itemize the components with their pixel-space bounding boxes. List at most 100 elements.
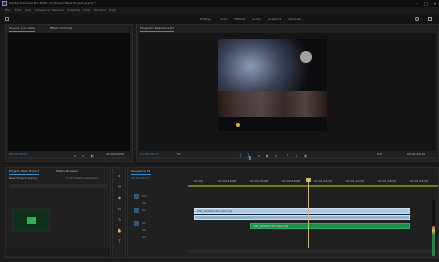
share-icon[interactable]: [428, 17, 432, 21]
fit-dropdown[interactable]: Fit: [177, 152, 181, 156]
menu-view[interactable]: View: [83, 7, 90, 14]
selection-tool-icon[interactable]: ▸: [116, 172, 123, 179]
resolution-dropdown[interactable]: Full: [377, 152, 382, 156]
video-clip-label: VID_20200115.mp4 [V]: [197, 209, 233, 213]
sequence-icon: [27, 217, 36, 224]
source-monitor-panel: Source: (no clips) Effect Controls 00;00…: [5, 24, 133, 162]
type-tool-icon[interactable]: T: [116, 238, 123, 245]
track-a1-label[interactable]: A1: [142, 221, 146, 226]
menu-sequence[interactable]: Sequence: [35, 7, 50, 14]
audio-meter-level: [432, 226, 435, 256]
project-search[interactable]: [9, 184, 107, 188]
program-timecode[interactable]: 00;00;36;13: [140, 152, 158, 156]
source-step-back-icon[interactable]: ◂: [72, 153, 77, 158]
workspace-effects[interactable]: Effects: [235, 16, 245, 22]
source-step-forward-icon[interactable]: ▸: [81, 153, 86, 158]
home-icon[interactable]: [5, 17, 9, 21]
source-timecode-left[interactable]: 00;00;00;00: [9, 152, 27, 156]
camera-icon[interactable]: ◉: [303, 153, 308, 158]
hand-tool-icon[interactable]: ✋: [116, 227, 123, 234]
workspace-bar: Editing Color Effects Audio Graphics Lib…: [0, 14, 439, 24]
mark-in-icon[interactable]: {: [238, 153, 243, 158]
menu-graphics[interactable]: Graphics: [67, 7, 80, 14]
tab-program[interactable]: Program: Sequence 01: [140, 26, 175, 32]
timeline-scrollbar[interactable]: [188, 250, 438, 253]
video-frame: [218, 39, 327, 131]
ruler-tick: 00;01;04;02: [314, 179, 333, 183]
track-a3-label[interactable]: A3: [142, 235, 146, 240]
audio-meter: [432, 200, 435, 256]
pen-tool-icon[interactable]: ✎: [116, 216, 123, 223]
timeline-ruler[interactable]: 00;00 00;00;16;00 00;00;32;00 00;00;48;0…: [188, 178, 438, 184]
workspace-color[interactable]: Color: [220, 16, 228, 22]
close-button[interactable]: ✕: [432, 1, 438, 6]
tab-source[interactable]: Source: (no clips): [9, 26, 36, 32]
crowd-area: [218, 91, 327, 117]
track-v2-label[interactable]: V2: [142, 201, 146, 206]
menu-help[interactable]: Help: [109, 7, 116, 14]
track-v1-label[interactable]: V1: [142, 208, 146, 213]
menu-clip[interactable]: Clip: [25, 7, 31, 14]
ruler-tick: 00;01;36;02: [378, 179, 397, 183]
minimize-button[interactable]: –: [414, 1, 420, 6]
ruler-tick: 00;00;16;00: [218, 179, 237, 183]
menu-bar: File Edit Clip Sequence Markers Graphics…: [0, 7, 439, 14]
extract-icon[interactable]: ⇣: [294, 153, 299, 158]
track-select-tool-icon[interactable]: ⇹: [116, 183, 123, 190]
program-monitor-panel: Program: Sequence 01 00;00;36;13 Fit Ful…: [136, 24, 439, 162]
audio-clip[interactable]: VID_20200115.mp4 [A]: [250, 223, 410, 229]
tab-project[interactable]: Project: New Project: [9, 169, 39, 175]
timeline-playhead[interactable]: [308, 178, 309, 248]
source-play-icon[interactable]: ▶: [90, 153, 95, 158]
ruler-tick: 00;01;20;02: [346, 179, 365, 183]
ripple-edit-tool-icon[interactable]: ◆: [116, 194, 123, 201]
source-viewer[interactable]: [8, 33, 130, 151]
sequence-thumbnail[interactable]: [12, 208, 50, 232]
step-forward-icon[interactable]: ▸: [274, 153, 279, 158]
menu-file[interactable]: File: [5, 7, 10, 14]
tab-media-browser[interactable]: Media Browser: [56, 169, 78, 174]
workspace-editing[interactable]: Editing: [200, 16, 210, 22]
play-icon[interactable]: ▶: [265, 153, 270, 158]
tab-sequence[interactable]: Sequence 01: [131, 169, 151, 175]
audio-clip-label: VID_20200115.mp4 [A]: [253, 224, 289, 228]
maximize-button[interactable]: □: [423, 1, 429, 6]
title-bar: Adobe Premiere Pro 2020 - D:\Project\New…: [0, 0, 439, 7]
project-file-name: New Project.prproj: [9, 176, 37, 180]
ruler-tick: 00;00: [194, 179, 203, 183]
search-icon[interactable]: [415, 17, 419, 21]
mark-out-icon[interactable]: }: [246, 153, 251, 158]
program-duration: 00;01;52;20: [407, 152, 426, 156]
slip-tool-icon[interactable]: ⇔: [116, 205, 123, 212]
premiere-logo-icon: [2, 1, 7, 6]
workspace-audio[interactable]: Audio: [252, 16, 261, 22]
menu-markers[interactable]: Markers: [52, 7, 64, 14]
workspace-graphics[interactable]: Graphics: [268, 16, 281, 22]
source-scrubber[interactable]: [8, 157, 130, 159]
video-clip-lower[interactable]: [194, 215, 410, 220]
timeline-timecode[interactable]: 00;00;36;13: [131, 176, 149, 180]
video-clip[interactable]: VID_20200115.mp4 [V]: [194, 208, 410, 214]
step-back-icon[interactable]: ◂: [256, 153, 261, 158]
tab-effect-controls[interactable]: Effect Controls: [50, 26, 72, 31]
track-a2-label[interactable]: A2: [142, 228, 146, 233]
program-viewer[interactable]: [139, 33, 436, 151]
transport-strip: [5, 162, 439, 166]
track-target-icon[interactable]: [134, 194, 139, 199]
light-spot: [236, 123, 240, 127]
lit-figure: [300, 51, 312, 63]
work-area-bar[interactable]: [188, 185, 438, 187]
menu-window[interactable]: Window: [94, 7, 106, 14]
ruler-tick: 00;00;48;00: [282, 179, 301, 183]
item-count: 1 of 3 items selected: [66, 176, 98, 180]
ruler-tick: 00;00;32;00: [250, 179, 269, 183]
menu-edit[interactable]: Edit: [15, 7, 21, 14]
track-target-icon[interactable]: [134, 221, 139, 226]
playhead-handle[interactable]: [306, 178, 311, 182]
workspace-libraries[interactable]: Libraries: [288, 16, 301, 22]
project-panel: Project: New Project Media Browser New P…: [5, 167, 111, 258]
track-target-icon[interactable]: [134, 208, 139, 213]
track-v3-label[interactable]: V3: [142, 194, 146, 199]
timeline-panel: Sequence 01 00;00;36;13 00;00 00;00;16;0…: [127, 167, 439, 258]
lift-icon[interactable]: ⇡: [285, 153, 290, 158]
